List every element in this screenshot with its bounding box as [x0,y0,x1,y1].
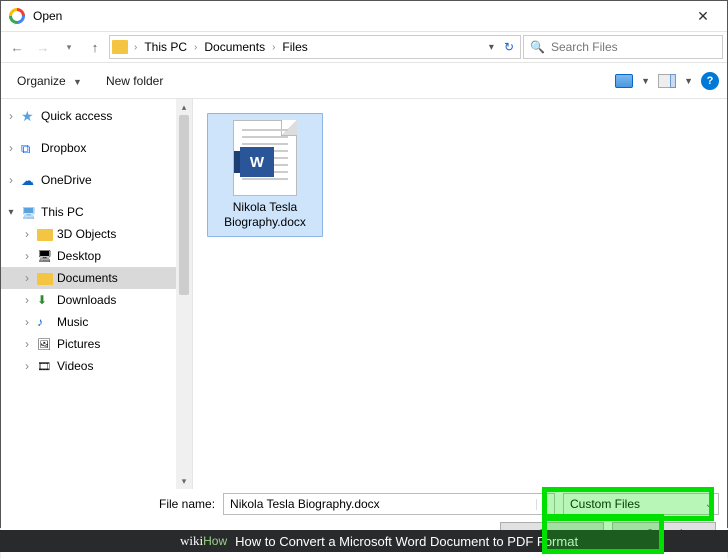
tree-onedrive[interactable]: OneDrive [1,169,177,191]
music-icon [37,315,53,329]
filename-combo[interactable]: ⌄ [223,493,555,515]
scroll-thumb[interactable] [179,115,189,295]
back-button[interactable]: ← [5,35,29,59]
chevron-down-icon[interactable]: ▼ [680,76,697,86]
folder-icon [37,229,53,241]
chevron-down-icon[interactable]: ▾ [489,42,496,53]
caption-bar: wikiHow How to Convert a Microsoft Word … [0,530,728,552]
chevron-down-icon[interactable]: ▼ [637,76,654,86]
tree-scrollbar[interactable]: ▴ ▾ [176,99,192,489]
tree-documents[interactable]: Documents [1,267,177,289]
recent-dropdown[interactable]: ▾ [57,35,81,59]
caption-text: How to Convert a Microsoft Word Document… [235,534,578,549]
up-button[interactable]: ↑ [83,35,107,59]
breadcrumb[interactable]: › This PC › Documents › Files ▾ ↻ [109,35,521,59]
crumb-root[interactable]: This PC [141,40,190,54]
folder-icon [37,273,53,285]
desktop-icon [37,249,53,263]
tree-downloads[interactable]: Downloads [1,289,177,311]
wikihow-logo: wikiHow [180,533,227,549]
chevron-right-icon: › [272,42,275,53]
toolbar: Organize ▼ New folder ▼ ▼ ? [1,63,727,99]
filename-input[interactable] [224,497,536,511]
close-button[interactable]: ✕ [681,1,725,31]
new-folder-button[interactable]: New folder [98,70,171,92]
scroll-down-icon[interactable]: ▾ [176,473,192,489]
file-list[interactable]: W Nikola Tesla Biography.docx [193,99,727,489]
tree-pictures[interactable]: Pictures [1,333,177,355]
help-icon[interactable]: ? [701,72,719,90]
filetype-filter[interactable]: Custom Files ⌄ [563,493,719,515]
folder-icon [112,40,128,54]
filename-label: File name: [159,497,215,511]
chevron-down-icon: ▼ [69,77,86,87]
main-area: Quick access Dropbox OneDrive This PC 3D… [1,99,727,489]
word-doc-icon: W [233,120,297,196]
chevron-down-icon[interactable]: ⌄ [700,499,718,510]
tree-this-pc[interactable]: This PC [1,201,177,223]
organize-button[interactable]: Organize ▼ [9,70,94,92]
filter-label: Custom Files [564,497,700,511]
tree-3d-objects[interactable]: 3D Objects [1,223,177,245]
crumb-documents[interactable]: Documents [201,40,268,54]
tree-music[interactable]: Music [1,311,177,333]
nav-tree: Quick access Dropbox OneDrive This PC 3D… [1,99,193,489]
forward-button[interactable]: → [31,35,55,59]
open-dialog: Open ✕ ← → ▾ ↑ › This PC › Documents › F… [0,0,728,528]
search-icon: 🔍 [524,40,551,54]
download-icon [37,293,53,307]
pc-icon [21,205,37,219]
videos-icon [37,359,53,373]
pictures-icon [37,337,53,351]
scroll-up-icon[interactable]: ▴ [176,99,192,115]
chevron-down-icon[interactable]: ⌄ [536,499,554,510]
star-icon [21,109,37,123]
file-item[interactable]: W Nikola Tesla Biography.docx [207,113,323,237]
view-icon[interactable] [615,74,633,88]
file-name-label: Nikola Tesla Biography.docx [214,200,316,230]
chevron-right-icon: › [134,42,137,53]
refresh-icon[interactable]: ↻ [500,40,518,54]
nav-row: ← → ▾ ↑ › This PC › Documents › Files ▾ … [1,31,727,63]
chevron-right-icon: › [194,42,197,53]
tree-desktop[interactable]: Desktop [1,245,177,267]
search-input[interactable] [551,40,722,54]
titlebar: Open ✕ [1,1,727,31]
search-box[interactable]: 🔍 [523,35,723,59]
window-title: Open [33,9,681,23]
tree-videos[interactable]: Videos [1,355,177,377]
tree-quick-access[interactable]: Quick access [1,105,177,127]
preview-pane-icon[interactable] [658,74,676,88]
chrome-icon [9,8,25,24]
dropbox-icon [21,141,37,155]
crumb-files[interactable]: Files [279,40,310,54]
cloud-icon [21,173,37,187]
tree-dropbox[interactable]: Dropbox [1,137,177,159]
